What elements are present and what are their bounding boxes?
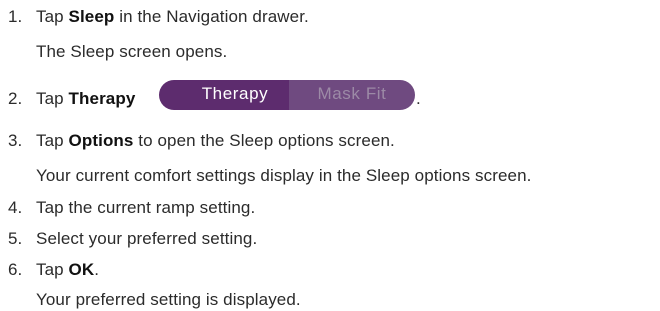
step-result: Your preferred setting is displayed.: [36, 290, 301, 309]
step-text: Tap OK.: [36, 259, 99, 281]
step-prefix: Tap: [36, 7, 69, 26]
step-emphasis: Sleep: [68, 7, 115, 26]
step-text: Select your preferred setting.: [36, 229, 258, 248]
step-result: The Sleep screen opens.: [36, 42, 228, 61]
step-number: 4.: [8, 198, 23, 217]
step-number: 3.: [8, 131, 23, 150]
step-prefix: Tap: [36, 260, 69, 279]
step-result: Your current comfort settings display in…: [36, 166, 532, 185]
step-text: Tap Options to open the Sleep options sc…: [36, 130, 395, 152]
therapy-mask-fit-toggle: Therapy Mask Fit: [159, 80, 415, 110]
step-suffix: .: [94, 260, 100, 279]
step-suffix: to open the Sleep options screen.: [133, 131, 395, 150]
step-suffix: .: [416, 89, 421, 108]
step-text: Tap the current ramp setting.: [36, 198, 256, 217]
step-emphasis: OK: [68, 260, 95, 279]
instructions: 1. Tap Sleep in the Navigation drawer. T…: [0, 0, 660, 311]
step-number: 1.: [8, 7, 23, 26]
tab-therapy: Therapy: [201, 84, 269, 103]
step-number: 6.: [8, 260, 23, 279]
step-number: 2.: [8, 89, 23, 108]
step-emphasis: Options: [68, 131, 134, 150]
step-prefix: Tap: [36, 131, 69, 150]
step-suffix: in the Navigation drawer.: [114, 7, 309, 26]
step-2-suffix: .: [416, 88, 421, 110]
tab-mask-fit: Mask Fit: [317, 84, 387, 103]
step-text: Tap Sleep in the Navigation drawer.: [36, 6, 309, 28]
step-text: Tap Therapy: [36, 88, 135, 110]
step-emphasis: Therapy: [68, 89, 136, 108]
step-number: 5.: [8, 229, 23, 248]
step-prefix: Tap: [36, 89, 69, 108]
